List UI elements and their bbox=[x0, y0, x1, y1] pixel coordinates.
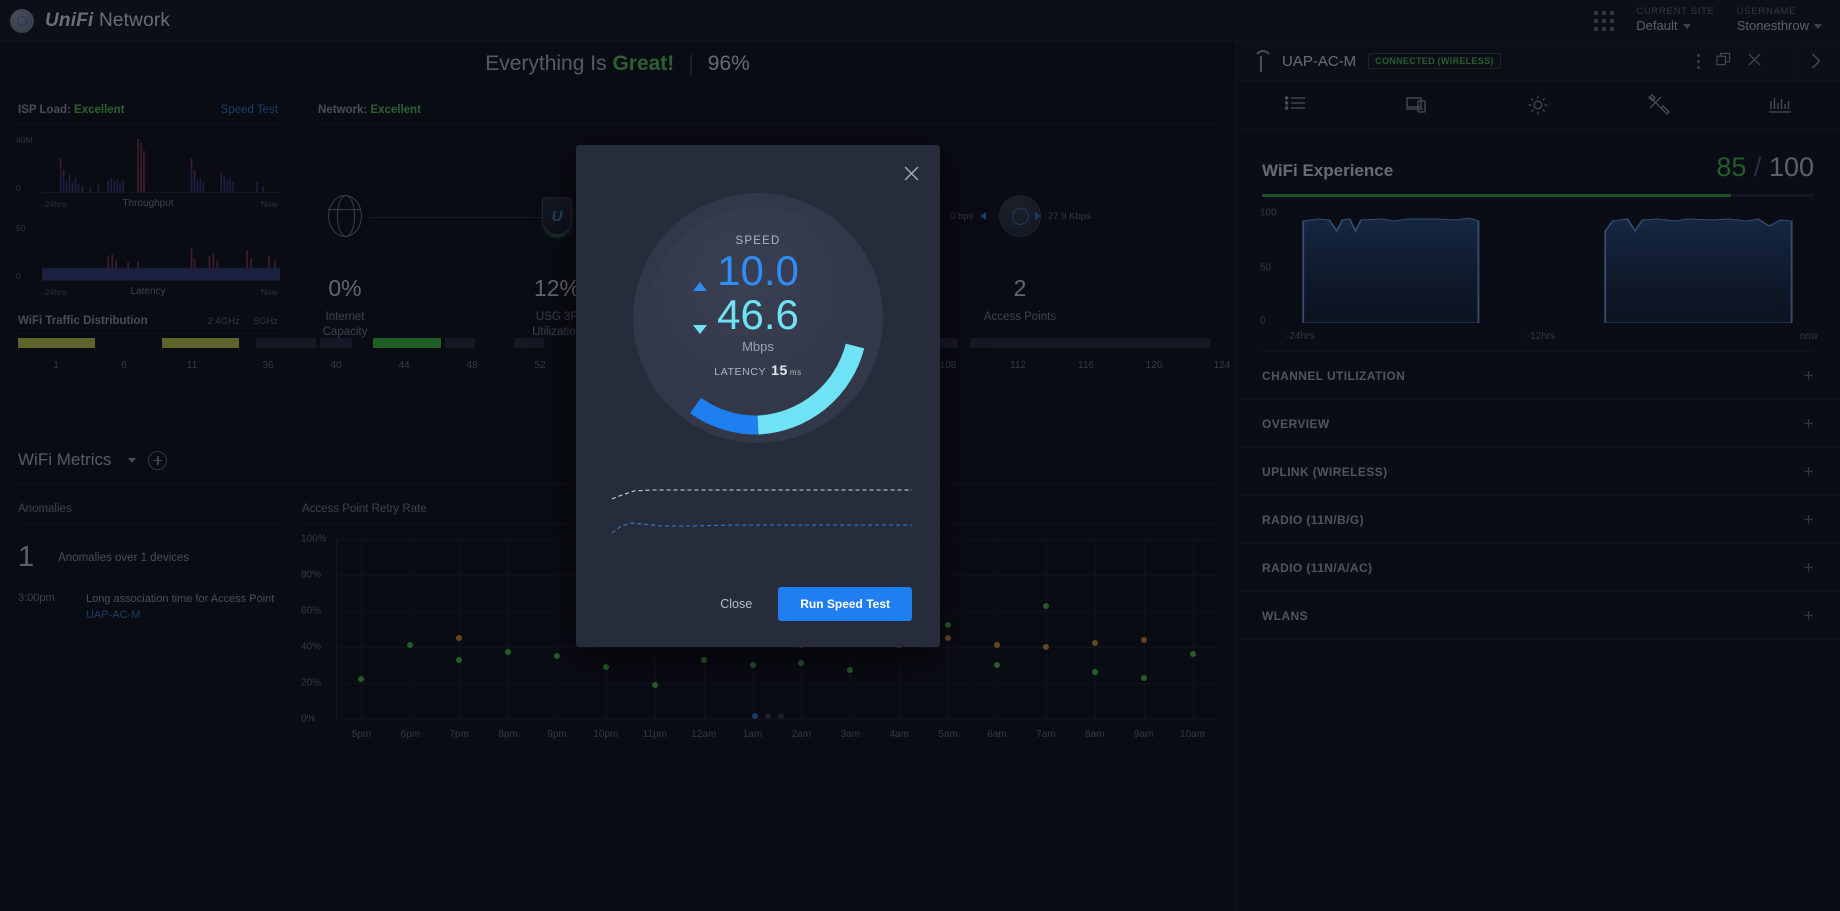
speed-history-sparklines bbox=[612, 481, 912, 541]
latency-label: LATENCY bbox=[714, 366, 766, 378]
unifi-network-app: UniFi Network CURRENT SITE Default USERN… bbox=[0, 0, 1840, 911]
run-speed-test-button[interactable]: Run Speed Test bbox=[778, 587, 912, 621]
latency-unit: ms bbox=[790, 368, 802, 377]
speed-gauge: SPEED 10.0 46.6 Mbps LATENCY 15ms bbox=[633, 193, 883, 443]
download-speed-value: 46.6 bbox=[717, 293, 799, 337]
speed-test-modal: SPEED 10.0 46.6 Mbps LATENCY 15ms Close R… bbox=[576, 145, 940, 647]
speed-label: SPEED bbox=[736, 235, 781, 247]
upload-speed-value: 10.0 bbox=[717, 249, 799, 293]
speed-unit: Mbps bbox=[742, 339, 774, 354]
speed-test-modal-footer: Close Run Speed Test bbox=[576, 587, 940, 621]
history-lines bbox=[612, 481, 912, 541]
latency-readout: LATENCY 15ms bbox=[714, 362, 802, 378]
latency-value: 15 bbox=[771, 362, 788, 378]
close-button[interactable]: Close bbox=[720, 597, 752, 611]
gauge-readout: SPEED 10.0 46.6 Mbps LATENCY 15ms bbox=[633, 193, 883, 443]
close-icon[interactable] bbox=[903, 165, 920, 186]
